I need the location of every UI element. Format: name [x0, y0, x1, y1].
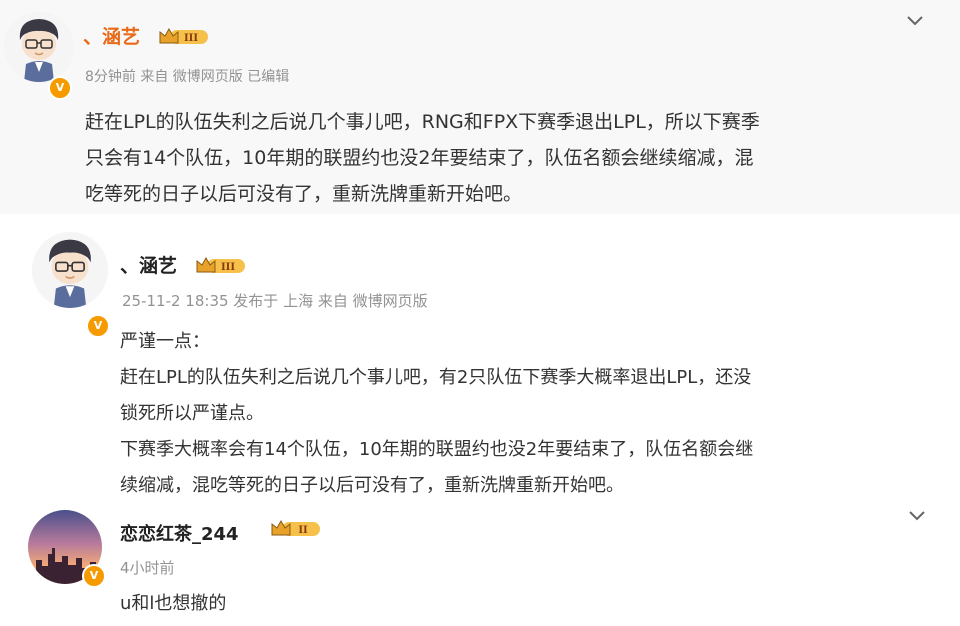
user-avatar[interactable]: V: [4, 12, 74, 100]
comment-card: V 恋恋红茶_244 II 4小时前 u和l也想撤的: [0, 507, 960, 626]
verified-badge-icon: V: [86, 314, 110, 338]
user-avatar[interactable]: V: [28, 510, 106, 588]
text-line: 下赛季大概率会有14个队伍，10年期的联盟约也没2年要结束了，队伍名额会继: [120, 439, 754, 460]
post-text: 严谨一点： 赶在LPL的队伍失利之后说几个事儿吧，有2只队伍下赛季大概率退出LP…: [120, 324, 753, 504]
post-card: V 、涵艺 III 8分钟前 来自 微博网页版 已编辑 赶在LPL的队伍失利之后…: [0, 0, 960, 214]
text-line: 严谨一点：: [120, 331, 210, 352]
post-meta: 4小时前: [120, 559, 175, 577]
comment-text: u和l也想撤的: [120, 591, 226, 617]
post-card: V 、涵艺 III 25-11-2 18:35 发布于 上海 来自 微博网页版 …: [0, 214, 960, 507]
user-avatar[interactable]: V: [32, 232, 110, 338]
svg-text:III: III: [184, 33, 198, 44]
text-line: 锁死所以严谨点。: [120, 403, 264, 424]
text-line: 吃等死的日子以后可没有了，重新洗牌重新开始吧。: [85, 183, 523, 205]
text-line: 赶在LPL的队伍失利之后说几个事儿吧，RNG和FPX下赛季退出LPL，所以下赛季: [85, 111, 760, 133]
post-text: 赶在LPL的队伍失利之后说几个事儿吧，RNG和FPX下赛季退出LPL，所以下赛季…: [85, 104, 760, 212]
text-line: 赶在LPL的队伍失利之后说几个事儿吧，有2只队伍下赛季大概率退出LPL，还没: [120, 367, 752, 388]
verified-badge-icon: V: [48, 76, 72, 100]
crown-level-badge-icon: III: [159, 27, 208, 44]
username[interactable]: 、涵艺: [83, 22, 140, 49]
post-meta: 25-11-2 18:35 发布于 上海 来自 微博网页版: [122, 292, 428, 310]
username[interactable]: 、涵艺: [120, 251, 177, 278]
post-meta: 8分钟前 来自 微博网页版 已编辑: [85, 69, 290, 85]
crown-level-badge-icon: II: [271, 519, 320, 536]
text-line: 只会有14个队伍，10年期的联盟约也没2年要结束了，队伍名额会继续缩减，混: [85, 147, 754, 169]
svg-text:II: II: [298, 525, 308, 536]
username[interactable]: 恋恋红茶_244: [120, 520, 239, 546]
chevron-down-icon[interactable]: [908, 509, 926, 521]
svg-text:III: III: [221, 262, 235, 273]
verified-badge-icon: V: [82, 564, 106, 588]
text-line: u和l也想撤的: [120, 593, 227, 614]
crown-level-badge-icon: III: [196, 256, 245, 273]
chevron-down-icon[interactable]: [906, 14, 924, 26]
text-line: 续缩减，混吃等死的日子以后可没有了，重新洗牌重新开始吧。: [120, 475, 624, 496]
